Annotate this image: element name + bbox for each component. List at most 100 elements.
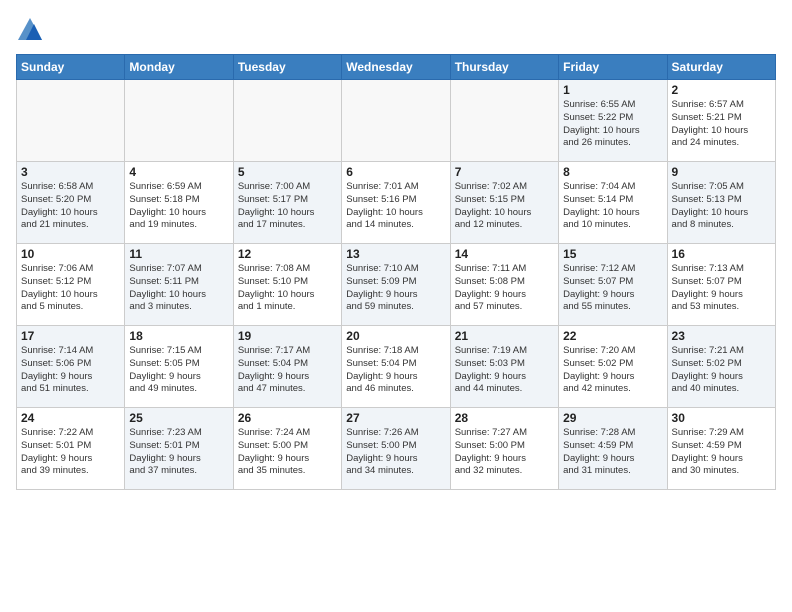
day-number: 20: [346, 329, 445, 343]
calendar-header-row: SundayMondayTuesdayWednesdayThursdayFrid…: [17, 55, 776, 80]
calendar-cell: [17, 80, 125, 162]
header-thursday: Thursday: [450, 55, 558, 80]
day-number: 19: [238, 329, 337, 343]
day-number: 4: [129, 165, 228, 179]
day-number: 12: [238, 247, 337, 261]
day-info: Sunrise: 7:22 AM Sunset: 5:01 PM Dayligh…: [21, 427, 120, 478]
day-number: 24: [21, 411, 120, 425]
calendar-cell: 10 Sunrise: 7:06 AM Sunset: 5:12 PM Dayli…: [17, 244, 125, 326]
day-number: 17: [21, 329, 120, 343]
calendar-cell: 11Sunrise: 7:07 AM Sunset: 5:11 PM Dayli…: [125, 244, 233, 326]
calendar-cell: 14Sunrise: 7:11 AM Sunset: 5:08 PM Dayli…: [450, 244, 558, 326]
day-info: Sunrise: 7:26 AM Sunset: 5:00 PM Dayligh…: [346, 427, 445, 478]
day-number: 13: [346, 247, 445, 261]
day-info: Sunrise: 7:13 AM Sunset: 5:07 PM Dayligh…: [672, 263, 771, 314]
day-number: 29: [563, 411, 662, 425]
calendar-cell: 4 Sunrise: 6:59 AM Sunset: 5:18 PM Daylig…: [125, 162, 233, 244]
day-number: 5: [238, 165, 337, 179]
calendar-cell: 7 Sunrise: 7:02 AM Sunset: 5:15 PM Daylig…: [450, 162, 558, 244]
week-row-2: 10 Sunrise: 7:06 AM Sunset: 5:12 PM Dayli…: [17, 244, 776, 326]
day-number: 3: [21, 165, 120, 179]
calendar-container: SundayMondayTuesdayWednesdayThursdayFrid…: [0, 0, 792, 498]
header: [16, 16, 776, 44]
calendar-cell: 23 Sunrise: 7:21 AM Sunset: 5:02 PM Dayli…: [667, 326, 775, 408]
calendar-cell: 17 Sunrise: 7:14 AM Sunset: 5:06 PM Dayli…: [17, 326, 125, 408]
day-info: Sunrise: 6:58 AM Sunset: 5:20 PM Dayligh…: [21, 181, 120, 232]
calendar-cell: 28 Sunrise: 7:27 AM Sunset: 5:00 PM Dayli…: [450, 408, 558, 490]
day-number: 27: [346, 411, 445, 425]
day-info: Sunrise: 7:17 AM Sunset: 5:04 PM Dayligh…: [238, 345, 337, 396]
calendar-cell: 3 Sunrise: 6:58 AM Sunset: 5:20 PM Daylig…: [17, 162, 125, 244]
day-info: Sunrise: 6:59 AM Sunset: 5:18 PM Dayligh…: [129, 181, 228, 232]
week-row-0: 1 Sunrise: 6:55 AM Sunset: 5:22 PM Daylig…: [17, 80, 776, 162]
day-number: 14: [455, 247, 554, 261]
calendar-cell: [233, 80, 341, 162]
day-info: Sunrise: 7:18 AM Sunset: 5:04 PM Dayligh…: [346, 345, 445, 396]
calendar-cell: 18Sunrise: 7:15 AM Sunset: 5:05 PM Dayli…: [125, 326, 233, 408]
header-saturday: Saturday: [667, 55, 775, 80]
header-monday: Monday: [125, 55, 233, 80]
calendar-cell: 19 Sunrise: 7:17 AM Sunset: 5:04 PM Dayli…: [233, 326, 341, 408]
calendar-cell: 27 Sunrise: 7:26 AM Sunset: 5:00 PM Dayli…: [342, 408, 450, 490]
day-info: Sunrise: 7:01 AM Sunset: 5:16 PM Dayligh…: [346, 181, 445, 232]
day-number: 8: [563, 165, 662, 179]
day-info: Sunrise: 7:28 AM Sunset: 4:59 PM Dayligh…: [563, 427, 662, 478]
day-number: 23: [672, 329, 771, 343]
calendar-cell: 12 Sunrise: 7:08 AM Sunset: 5:10 PM Dayli…: [233, 244, 341, 326]
calendar-cell: 1 Sunrise: 6:55 AM Sunset: 5:22 PM Daylig…: [559, 80, 667, 162]
logo: [16, 16, 48, 44]
day-number: 2: [672, 83, 771, 97]
calendar-cell: 2 Sunrise: 6:57 AM Sunset: 5:21 PM Daylig…: [667, 80, 775, 162]
day-info: Sunrise: 6:57 AM Sunset: 5:21 PM Dayligh…: [672, 99, 771, 150]
calendar-cell: 6 Sunrise: 7:01 AM Sunset: 5:16 PM Daylig…: [342, 162, 450, 244]
day-number: 6: [346, 165, 445, 179]
calendar-cell: 30Sunrise: 7:29 AM Sunset: 4:59 PM Dayli…: [667, 408, 775, 490]
calendar-cell: 29 Sunrise: 7:28 AM Sunset: 4:59 PM Dayli…: [559, 408, 667, 490]
calendar-table: SundayMondayTuesdayWednesdayThursdayFrid…: [16, 54, 776, 490]
calendar-cell: 15Sunrise: 7:12 AM Sunset: 5:07 PM Dayli…: [559, 244, 667, 326]
day-info: Sunrise: 7:23 AM Sunset: 5:01 PM Dayligh…: [129, 427, 228, 478]
calendar-cell: 8 Sunrise: 7:04 AM Sunset: 5:14 PM Daylig…: [559, 162, 667, 244]
day-number: 7: [455, 165, 554, 179]
day-number: 1: [563, 83, 662, 97]
logo-icon: [16, 16, 44, 44]
day-info: Sunrise: 6:55 AM Sunset: 5:22 PM Dayligh…: [563, 99, 662, 150]
day-info: Sunrise: 7:24 AM Sunset: 5:00 PM Dayligh…: [238, 427, 337, 478]
calendar-cell: 9Sunrise: 7:05 AM Sunset: 5:13 PM Daylig…: [667, 162, 775, 244]
day-info: Sunrise: 7:02 AM Sunset: 5:15 PM Dayligh…: [455, 181, 554, 232]
calendar-cell: 13 Sunrise: 7:10 AM Sunset: 5:09 PM Dayli…: [342, 244, 450, 326]
day-number: 18: [129, 329, 228, 343]
day-number: 28: [455, 411, 554, 425]
day-info: Sunrise: 7:05 AM Sunset: 5:13 PM Dayligh…: [672, 181, 771, 232]
day-info: Sunrise: 7:08 AM Sunset: 5:10 PM Dayligh…: [238, 263, 337, 314]
calendar-cell: [125, 80, 233, 162]
calendar-cell: 25Sunrise: 7:23 AM Sunset: 5:01 PM Dayli…: [125, 408, 233, 490]
calendar-cell: 26 Sunrise: 7:24 AM Sunset: 5:00 PM Dayli…: [233, 408, 341, 490]
week-row-3: 17 Sunrise: 7:14 AM Sunset: 5:06 PM Dayli…: [17, 326, 776, 408]
day-info: Sunrise: 7:10 AM Sunset: 5:09 PM Dayligh…: [346, 263, 445, 314]
day-number: 26: [238, 411, 337, 425]
day-info: Sunrise: 7:06 AM Sunset: 5:12 PM Dayligh…: [21, 263, 120, 314]
day-number: 10: [21, 247, 120, 261]
header-tuesday: Tuesday: [233, 55, 341, 80]
day-info: Sunrise: 7:29 AM Sunset: 4:59 PM Dayligh…: [672, 427, 771, 478]
week-row-4: 24 Sunrise: 7:22 AM Sunset: 5:01 PM Dayli…: [17, 408, 776, 490]
day-info: Sunrise: 7:04 AM Sunset: 5:14 PM Dayligh…: [563, 181, 662, 232]
calendar-cell: 5Sunrise: 7:00 AM Sunset: 5:17 PM Daylig…: [233, 162, 341, 244]
day-number: 22: [563, 329, 662, 343]
calendar-cell: 21 Sunrise: 7:19 AM Sunset: 5:03 PM Dayli…: [450, 326, 558, 408]
header-sunday: Sunday: [17, 55, 125, 80]
calendar-cell: [342, 80, 450, 162]
header-wednesday: Wednesday: [342, 55, 450, 80]
day-info: Sunrise: 7:14 AM Sunset: 5:06 PM Dayligh…: [21, 345, 120, 396]
day-info: Sunrise: 7:19 AM Sunset: 5:03 PM Dayligh…: [455, 345, 554, 396]
day-info: Sunrise: 7:27 AM Sunset: 5:00 PM Dayligh…: [455, 427, 554, 478]
day-info: Sunrise: 7:21 AM Sunset: 5:02 PM Dayligh…: [672, 345, 771, 396]
calendar-cell: 20 Sunrise: 7:18 AM Sunset: 5:04 PM Dayli…: [342, 326, 450, 408]
header-friday: Friday: [559, 55, 667, 80]
calendar-cell: 16Sunrise: 7:13 AM Sunset: 5:07 PM Dayli…: [667, 244, 775, 326]
day-number: 21: [455, 329, 554, 343]
calendar-cell: 22Sunrise: 7:20 AM Sunset: 5:02 PM Dayli…: [559, 326, 667, 408]
week-row-1: 3 Sunrise: 6:58 AM Sunset: 5:20 PM Daylig…: [17, 162, 776, 244]
day-info: Sunrise: 7:12 AM Sunset: 5:07 PM Dayligh…: [563, 263, 662, 314]
